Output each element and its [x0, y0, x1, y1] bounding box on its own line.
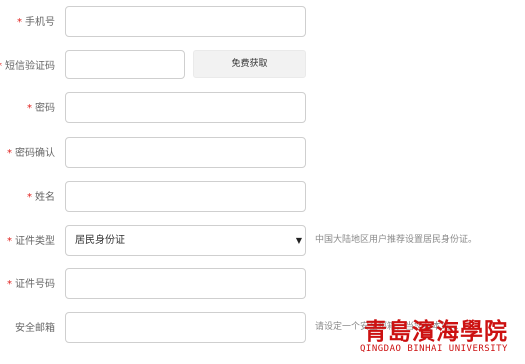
sms-code-row: *短信验证码 免费获取 [0, 50, 525, 84]
id-type-row: * 证件类型 居民身份证 ▼ 中国大陆地区用户推荐设置居民身份证。 [0, 225, 525, 259]
phone-input[interactable] [65, 6, 306, 37]
password-confirm-input[interactable] [65, 137, 306, 168]
required-mark: * [7, 279, 12, 290]
id-type-selected-value: 居民身份证 [75, 235, 125, 246]
id-number-input[interactable] [65, 268, 306, 299]
name-label: * 姓名 [27, 192, 55, 203]
id-number-row: * 证件号码 [0, 268, 525, 302]
required-mark: * [17, 17, 22, 28]
watermark-english-text: QINGDAO BINHAI UNIVERSITY [360, 344, 508, 354]
sms-code-input[interactable] [65, 50, 185, 79]
chevron-down-icon: ▼ [295, 236, 302, 245]
id-type-label: * 证件类型 [7, 236, 55, 247]
id-type-hint: 中国大陆地区用户推荐设置居民身份证。 [315, 235, 478, 245]
email-input[interactable] [65, 312, 306, 343]
required-mark: * [7, 148, 12, 159]
phone-row: * 手机号 [0, 6, 525, 40]
name-row: * 姓名 [0, 181, 525, 215]
required-mark: * [27, 103, 32, 114]
password-input[interactable] [65, 92, 306, 123]
id-number-label: * 证件号码 [7, 279, 55, 290]
required-mark: * [27, 192, 32, 203]
watermark-chinese-text: 青島濱海學院 [364, 318, 508, 345]
university-watermark-logo: 青島濱海學院 QINGDAO BINHAI UNIVERSITY [358, 312, 525, 364]
id-type-select[interactable]: 居民身份证 ▼ [65, 225, 306, 256]
required-mark: * [7, 236, 12, 247]
password-confirm-label: * 密码确认 [7, 148, 55, 159]
get-code-button[interactable]: 免费获取 [193, 50, 306, 78]
password-row: * 密码 [0, 92, 525, 126]
phone-label: * 手机号 [17, 17, 55, 28]
password-confirm-row: * 密码确认 [0, 137, 525, 171]
password-label: * 密码 [27, 103, 55, 114]
required-mark: * [0, 61, 2, 72]
name-input[interactable] [65, 181, 306, 212]
email-label: 安全邮箱 [15, 323, 55, 334]
sms-code-label: *短信验证码 [0, 50, 55, 84]
